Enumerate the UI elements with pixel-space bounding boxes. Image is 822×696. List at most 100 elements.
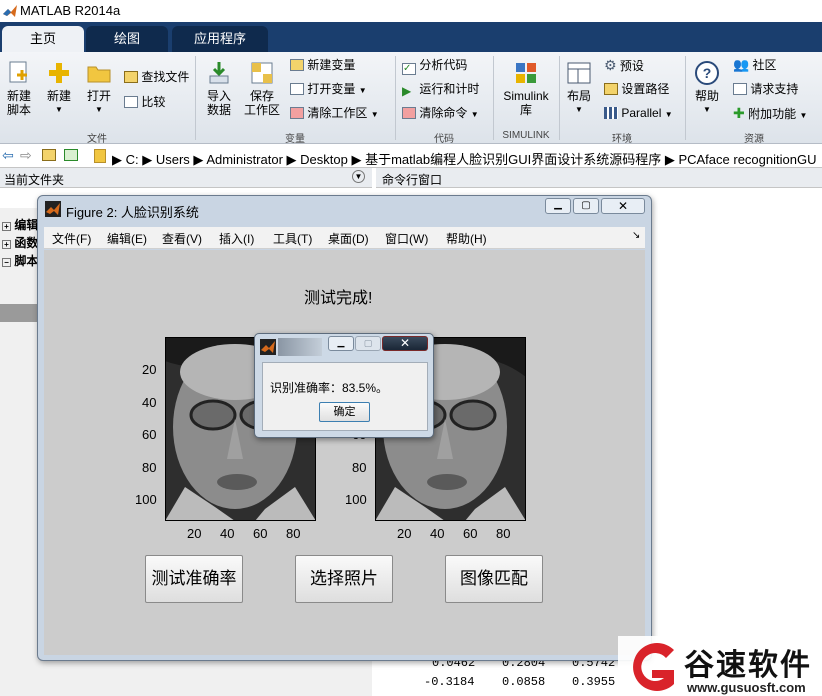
- test-accuracy-button[interactable]: 测试准确率: [145, 555, 243, 603]
- up-folder-icon[interactable]: [42, 149, 56, 161]
- save-workspace-button[interactable]: 保存 工作区: [242, 60, 282, 117]
- section-label-variable: 变量: [285, 134, 305, 145]
- svg-text:?: ?: [703, 65, 712, 81]
- run-and-time-icon: ▶: [402, 84, 412, 98]
- chevron-down-icon: ▼: [703, 105, 711, 114]
- community-label: 社区: [752, 58, 777, 72]
- tab-home[interactable]: 主页: [2, 26, 84, 52]
- maximize-button[interactable]: ▢: [573, 198, 599, 214]
- x-tick-label: 40: [220, 526, 235, 541]
- matlab-logo-icon: [260, 339, 276, 355]
- x-tick-label: 40: [430, 526, 445, 541]
- add-ons-button[interactable]: ✚ 附加功能 ▼: [733, 106, 807, 123]
- section-label-resources: 资源: [744, 134, 764, 145]
- menu-help[interactable]: 帮助(H): [446, 230, 487, 247]
- clear-commands-label: 清除命令: [419, 106, 468, 120]
- new-button[interactable]: 新建 ▼: [44, 60, 74, 117]
- request-support-label: 请求支持: [750, 82, 799, 96]
- analyze-code-button[interactable]: ✓ 分析代码: [402, 58, 467, 75]
- tree-item-edit[interactable]: + 编辑: [2, 216, 38, 233]
- tab-plots[interactable]: 绘图: [86, 26, 168, 52]
- breadcrumb-item[interactable]: PCAface recognitionGU: [678, 152, 816, 167]
- chevron-down-icon: ▼: [575, 105, 583, 114]
- minimize-button[interactable]: ▁: [545, 198, 571, 214]
- tree-item-scripts[interactable]: − 脚本: [2, 252, 38, 269]
- breadcrumb-separator: ▶: [112, 152, 126, 167]
- new-variable-button[interactable]: 新建变量: [290, 58, 355, 72]
- dialog-minimize-button[interactable]: ▁: [328, 336, 354, 351]
- new-script-button[interactable]: 新建 脚本: [4, 60, 34, 117]
- community-button[interactable]: 👥 社区: [733, 58, 777, 73]
- tab-apps[interactable]: 应用程序: [172, 26, 268, 52]
- simulink-icon: [516, 63, 536, 83]
- dialog-close-button[interactable]: ✕: [382, 336, 428, 351]
- breadcrumb-item[interactable]: Administrator: [206, 152, 283, 167]
- menu-tools[interactable]: 工具(T): [273, 230, 312, 247]
- run-and-time-label: 运行和计时: [419, 82, 480, 96]
- expand-icon[interactable]: +: [2, 240, 11, 249]
- breadcrumb-item[interactable]: Desktop: [300, 152, 348, 167]
- chevron-down-icon: ▼: [664, 110, 673, 119]
- run-and-time-button[interactable]: ▶ 运行和计时: [402, 82, 479, 98]
- chevron-down-icon: ▼: [470, 110, 479, 119]
- dialog-ok-button[interactable]: 确定: [319, 402, 370, 422]
- menu-view[interactable]: 查看(V): [162, 230, 202, 247]
- open-button[interactable]: 打开 ▼: [84, 60, 114, 117]
- dock-arrow-icon[interactable]: ↘: [632, 230, 640, 241]
- compare-label: 比较: [141, 95, 166, 109]
- figure-title: Figure 2: 人脸识别系统: [66, 205, 199, 220]
- breadcrumb-separator: ▶: [193, 152, 207, 167]
- import-label-1: 导入: [206, 89, 231, 103]
- collapse-icon[interactable]: −: [2, 258, 11, 267]
- back-arrow-icon[interactable]: ⇦: [2, 147, 14, 164]
- simulink-library-button[interactable]: Simulink 库: [500, 60, 552, 117]
- find-files-button[interactable]: 查找文件: [124, 70, 189, 84]
- set-path-button[interactable]: 设置路径: [604, 82, 669, 96]
- parallel-button[interactable]: Parallel ▼: [604, 106, 673, 122]
- selected-row[interactable]: [0, 304, 38, 322]
- tree-item-functions[interactable]: + 函数: [2, 234, 38, 251]
- menu-window[interactable]: 窗口(W): [385, 230, 428, 247]
- section-label-environment: 环境: [612, 134, 632, 145]
- watermark-name: 谷速软件: [684, 649, 812, 682]
- open-variable-label: 打开变量: [307, 82, 356, 96]
- import-data-button[interactable]: 导入 数据: [203, 60, 235, 117]
- select-photo-button[interactable]: 选择照片: [295, 555, 393, 603]
- find-files-icon: [124, 71, 138, 83]
- forward-arrow-icon[interactable]: ⇨: [20, 147, 32, 164]
- open-variable-button[interactable]: 打开变量 ▼: [290, 82, 367, 98]
- request-support-button[interactable]: 请求支持: [733, 82, 798, 96]
- panel-options-icon[interactable]: ▼: [352, 170, 365, 183]
- preferences-button[interactable]: ⚙ 预设: [604, 58, 644, 73]
- matlab-logo-icon: [3, 5, 17, 17]
- menu-insert[interactable]: 插入(I): [219, 230, 254, 247]
- menu-desktop[interactable]: 桌面(D): [328, 230, 369, 247]
- breadcrumb-item[interactable]: C:: [126, 152, 139, 167]
- analyze-code-icon: ✓: [402, 63, 416, 75]
- menu-file[interactable]: 文件(F): [52, 230, 91, 247]
- output-value: 0.3955: [572, 675, 616, 689]
- browse-folder-icon[interactable]: [64, 149, 78, 161]
- clear-commands-button[interactable]: 清除命令 ▼: [402, 106, 479, 122]
- menu-edit[interactable]: 编辑(E): [107, 230, 147, 247]
- chevron-down-icon: ▼: [95, 105, 103, 114]
- add-ons-icon: ✚: [733, 105, 745, 121]
- image-match-button[interactable]: 图像匹配: [445, 555, 543, 603]
- save-label-2: 工作区: [243, 103, 280, 117]
- clear-workspace-button[interactable]: 清除工作区 ▼: [290, 106, 379, 122]
- preferences-label: 预设: [619, 59, 644, 73]
- save-label-1: 保存: [249, 89, 274, 103]
- command-window-title: 命令行窗口: [382, 173, 443, 187]
- help-label: 帮助: [694, 89, 719, 103]
- expand-icon[interactable]: +: [2, 222, 11, 231]
- close-button[interactable]: ✕: [601, 198, 645, 214]
- compare-button[interactable]: 比较: [124, 95, 165, 109]
- new-variable-label: 新建变量: [307, 58, 356, 72]
- breadcrumb-item[interactable]: Users: [156, 152, 190, 167]
- figure-menu-bar: 文件(F) 编辑(E) 查看(V) 插入(I) 工具(T) 桌面(D) 窗口(W…: [44, 227, 645, 249]
- x-tick-label: 60: [463, 526, 478, 541]
- breadcrumb: ▶ C: ▶ Users ▶ Administrator ▶ Desktop ▶…: [112, 149, 816, 168]
- breadcrumb-item[interactable]: 基于matlab编程人脸识别GUI界面设计系统源码程序: [365, 152, 661, 167]
- layout-button[interactable]: 布局 ▼: [564, 60, 594, 117]
- help-button[interactable]: ? 帮助 ▼: [692, 60, 722, 117]
